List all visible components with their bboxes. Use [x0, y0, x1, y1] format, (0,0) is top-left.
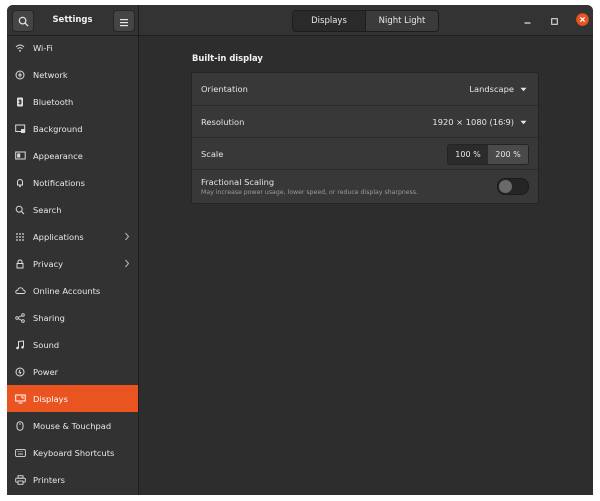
network-icon — [7, 70, 33, 80]
scale-label: Scale — [201, 149, 224, 159]
sidebar-item-label: Notifications — [33, 177, 85, 188]
maximize-icon — [550, 11, 559, 30]
sidebar-item-search[interactable]: Search — [7, 196, 138, 223]
printer-icon — [7, 474, 33, 485]
scale-200-button[interactable]: 200 % — [488, 145, 528, 164]
section-title: Built-in display — [192, 53, 263, 63]
sidebar-item-label: Online Accounts — [33, 285, 101, 296]
chevron-right-icon — [124, 232, 138, 241]
maximize-button[interactable] — [547, 13, 561, 27]
sidebar-item-label: Keyboard Shortcuts — [33, 447, 115, 458]
sidebar-item-label: Appearance — [33, 150, 83, 161]
display-settings-panel: Built-in display Orientation Landscape R… — [139, 36, 593, 495]
close-button[interactable] — [575, 11, 589, 30]
sidebar-item-label: Printers — [33, 474, 65, 485]
sidebar-item-keyboard-shortcuts[interactable]: Keyboard Shortcuts — [7, 439, 138, 466]
orientation-row[interactable]: Orientation Landscape — [192, 73, 538, 105]
sidebar-item-sharing[interactable]: Sharing — [7, 304, 138, 331]
sidebar-item-mouse-touchpad[interactable]: Mouse & Touchpad — [7, 412, 138, 439]
switch-knob — [499, 180, 512, 193]
menu-button[interactable] — [113, 10, 135, 32]
sidebar-item-label: Network — [33, 69, 68, 80]
power-icon — [7, 367, 33, 377]
scale-row: Scale 100 % 200 % — [192, 137, 538, 170]
resolution-dropdown[interactable]: 1920 × 1080 (16∶9) — [432, 117, 527, 127]
sidebar-item-appearance[interactable]: Appearance — [7, 142, 138, 169]
sidebar-item-label: Search — [33, 204, 62, 215]
mouse-icon — [7, 420, 33, 431]
sidebar-item-label: Mouse & Touchpad — [33, 420, 112, 431]
settings-window: Settings Displays Night Light Wi-Fi Netw… — [7, 5, 593, 495]
sidebar-item-applications[interactable]: Applications — [7, 223, 138, 250]
keyboard-icon — [7, 448, 33, 457]
wifi-icon — [7, 43, 33, 53]
display-settings-card: Orientation Landscape Resolution 1920 × … — [191, 72, 539, 204]
sidebar-item-label: Applications — [33, 231, 84, 242]
tab-displays[interactable]: Displays — [293, 11, 365, 31]
sidebar-item-wifi[interactable]: Wi-Fi — [7, 34, 138, 61]
sidebar-item-displays[interactable]: Displays — [7, 385, 138, 412]
view-switcher: Displays Night Light — [292, 10, 439, 32]
sidebar-item-online-accounts[interactable]: Online Accounts — [7, 277, 138, 304]
search-icon — [7, 205, 33, 215]
resolution-row[interactable]: Resolution 1920 × 1080 (16∶9) — [192, 105, 538, 138]
bell-icon — [7, 178, 33, 188]
resolution-label: Resolution — [201, 117, 245, 127]
sidebar-item-bluetooth[interactable]: Bluetooth — [7, 88, 138, 115]
sidebar-item-sound[interactable]: Sound — [7, 331, 138, 358]
dropdown-arrow-icon — [520, 84, 527, 94]
scale-100-button[interactable]: 100 % — [448, 145, 488, 164]
background-icon — [7, 124, 33, 134]
share-icon — [7, 312, 33, 323]
sidebar-item-power[interactable]: Power — [7, 358, 138, 385]
sidebar-item-background[interactable]: Background — [7, 115, 138, 142]
appearance-icon — [7, 151, 33, 161]
fractional-scaling-row: Fractional Scaling May increase power us… — [192, 169, 538, 204]
scale-toggle-group: 100 % 200 % — [447, 144, 529, 165]
chevron-right-icon — [124, 259, 138, 268]
sidebar-item-label: Privacy — [33, 258, 64, 269]
orientation-dropdown[interactable]: Landscape — [469, 84, 527, 94]
fractional-scaling-label: Fractional Scaling — [201, 177, 275, 187]
orientation-value: Landscape — [469, 84, 514, 94]
sidebar-header: Settings — [7, 5, 139, 36]
apps-grid-icon — [7, 232, 33, 242]
hamburger-menu-icon — [119, 12, 129, 31]
fractional-scaling-switch[interactable] — [497, 178, 529, 195]
sidebar-item-label: Background — [33, 123, 83, 134]
sidebar-item-notifications[interactable]: Notifications — [7, 169, 138, 196]
tab-night-light[interactable]: Night Light — [365, 11, 438, 31]
content-header: Displays Night Light — [139, 5, 593, 36]
fractional-scaling-description: May increase power usage, lower speed, o… — [201, 189, 419, 196]
minimize-icon — [523, 11, 532, 30]
music-note-icon — [7, 339, 33, 350]
sidebar-item-label: Sound — [33, 339, 60, 350]
display-icon — [7, 394, 33, 404]
dropdown-arrow-icon — [520, 117, 527, 127]
cloud-icon — [7, 286, 33, 295]
sidebar-item-privacy[interactable]: Privacy — [7, 250, 138, 277]
sidebar-item-printers[interactable]: Printers — [7, 466, 138, 493]
sidebar-item-label: Bluetooth — [33, 96, 74, 107]
sidebar-item-label: Wi-Fi — [33, 42, 53, 53]
lock-icon — [7, 258, 33, 269]
sidebar-item-label: Power — [33, 366, 59, 377]
sidebar-item-network[interactable]: Network — [7, 61, 138, 88]
orientation-label: Orientation — [201, 84, 248, 94]
bluetooth-icon — [7, 97, 33, 107]
minimize-button[interactable] — [520, 13, 534, 27]
close-icon — [575, 11, 589, 30]
resolution-value: 1920 × 1080 (16∶9) — [432, 117, 514, 127]
sidebar: Wi-Fi Network Bluetooth Background Appea… — [7, 36, 139, 495]
sidebar-item-label: Sharing — [33, 312, 65, 323]
sidebar-item-label: Displays — [33, 393, 68, 404]
